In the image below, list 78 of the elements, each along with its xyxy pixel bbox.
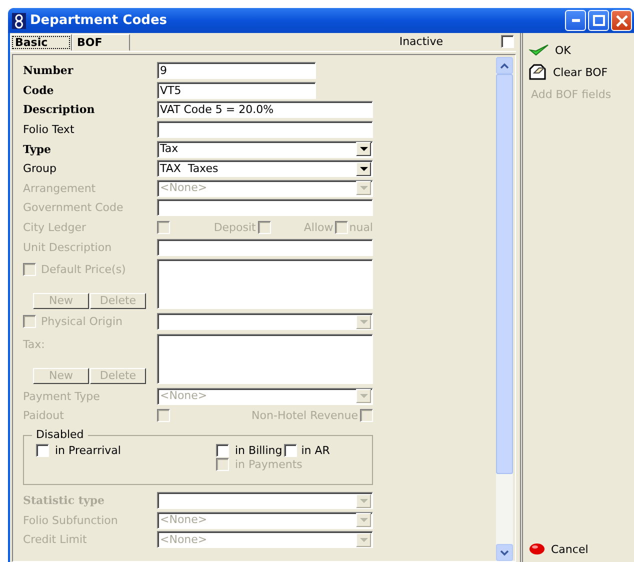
- text-field[interactable]: [157, 121, 373, 138]
- text-field[interactable]: VT5: [157, 82, 316, 99]
- checkbox-label: Allow: [304, 221, 334, 234]
- scroll-down-button[interactable]: [496, 544, 513, 561]
- checkbox[interactable]: [284, 444, 298, 457]
- checkbox-label: in Prearrival: [55, 444, 121, 457]
- field-label: Description: [23, 103, 96, 116]
- checkbox-label: Non-Hotel Revenue: [252, 409, 358, 422]
- checkbox[interactable]: [216, 444, 229, 457]
- field-label: Folio Text: [23, 123, 76, 136]
- caret-icon: [360, 518, 368, 522]
- tab[interactable]: BOF: [72, 34, 130, 51]
- field-label: Physical Origin: [41, 315, 122, 328]
- checkbox-label: in AR: [301, 444, 330, 457]
- dropdown-button[interactable]: [356, 314, 371, 329]
- group-title: Disabled: [32, 428, 88, 441]
- text-field[interactable]: 9: [157, 62, 316, 80]
- checkbox-label: Deposit: [214, 221, 256, 234]
- dropdown-button[interactable]: [356, 142, 371, 156]
- field-label: Default Price(s): [41, 262, 126, 276]
- scroll-up-button[interactable]: [496, 57, 513, 74]
- text-field[interactable]: [157, 199, 373, 216]
- checkbox-label: nual: [349, 221, 373, 234]
- caret-icon: [360, 166, 368, 171]
- scroll-thumb[interactable]: [496, 74, 513, 474]
- cancel-button[interactable]: Cancel: [529, 538, 634, 560]
- minimize-button[interactable]: [565, 10, 586, 31]
- field-label: Payment Type: [23, 390, 101, 403]
- maximize-icon: [592, 15, 604, 26]
- dropdown[interactable]: [157, 492, 373, 510]
- field-label: Number: [23, 64, 74, 78]
- caret-icon: [360, 538, 368, 542]
- dropdown-button[interactable]: [356, 494, 371, 508]
- chevron-up-icon: [500, 62, 509, 68]
- field-label: Unit Description: [23, 240, 113, 254]
- chevron-down-icon: [500, 550, 509, 556]
- dropdown[interactable]: Tax: [157, 140, 373, 158]
- inactive-label: Inactive: [399, 35, 443, 48]
- maximize-button[interactable]: [588, 10, 609, 31]
- caret-icon: [360, 498, 368, 503]
- dropdown[interactable]: TAX Taxes: [157, 160, 373, 178]
- caret-icon: [360, 320, 368, 324]
- clear-button[interactable]: Clear BOF: [529, 61, 634, 83]
- field-label: Group: [23, 162, 58, 176]
- ok-button[interactable]: OK: [529, 39, 634, 61]
- window-title: Department Codes: [30, 13, 168, 28]
- close-button[interactable]: [611, 10, 632, 31]
- close-icon: [616, 14, 628, 26]
- field-label: Code: [23, 84, 55, 97]
- caret-icon: [360, 394, 368, 398]
- text-field[interactable]: [157, 238, 373, 256]
- field-label: Arrangement: [23, 182, 97, 195]
- caret-icon: [360, 186, 368, 190]
- dropdown[interactable]: [157, 313, 373, 330]
- caret-icon: [360, 147, 368, 152]
- ball-icon: [529, 543, 545, 555]
- checkbox[interactable]: [36, 444, 49, 457]
- checkbox-label: in Billing: [235, 444, 282, 457]
- app-icon: [12, 12, 26, 28]
- field-label: Statistic type: [23, 494, 106, 508]
- field-label: Government Code: [23, 201, 124, 214]
- list-box[interactable]: [157, 334, 373, 384]
- field-label: Tax:: [23, 338, 46, 351]
- dropdown-button[interactable]: [356, 532, 371, 547]
- tab[interactable]: Basic: [10, 34, 72, 51]
- list-box[interactable]: [157, 258, 373, 309]
- vertical-scrollbar[interactable]: [496, 57, 513, 561]
- minimize-icon: [572, 19, 580, 22]
- checkbox-label: in Payments: [235, 458, 302, 471]
- text-field[interactable]: VAT Code 5 = 20.0%: [157, 101, 373, 118]
- field-label: Folio Subfunction: [23, 514, 119, 527]
- field-label: Credit Limit: [23, 533, 88, 546]
- eraser-icon: [529, 64, 547, 80]
- dropdown-button[interactable]: [356, 162, 371, 176]
- field-label: City Ledger: [23, 221, 88, 234]
- field-label: Paidout: [23, 409, 65, 422]
- field-label: Type: [23, 142, 52, 156]
- checkmark-icon: [529, 44, 549, 56]
